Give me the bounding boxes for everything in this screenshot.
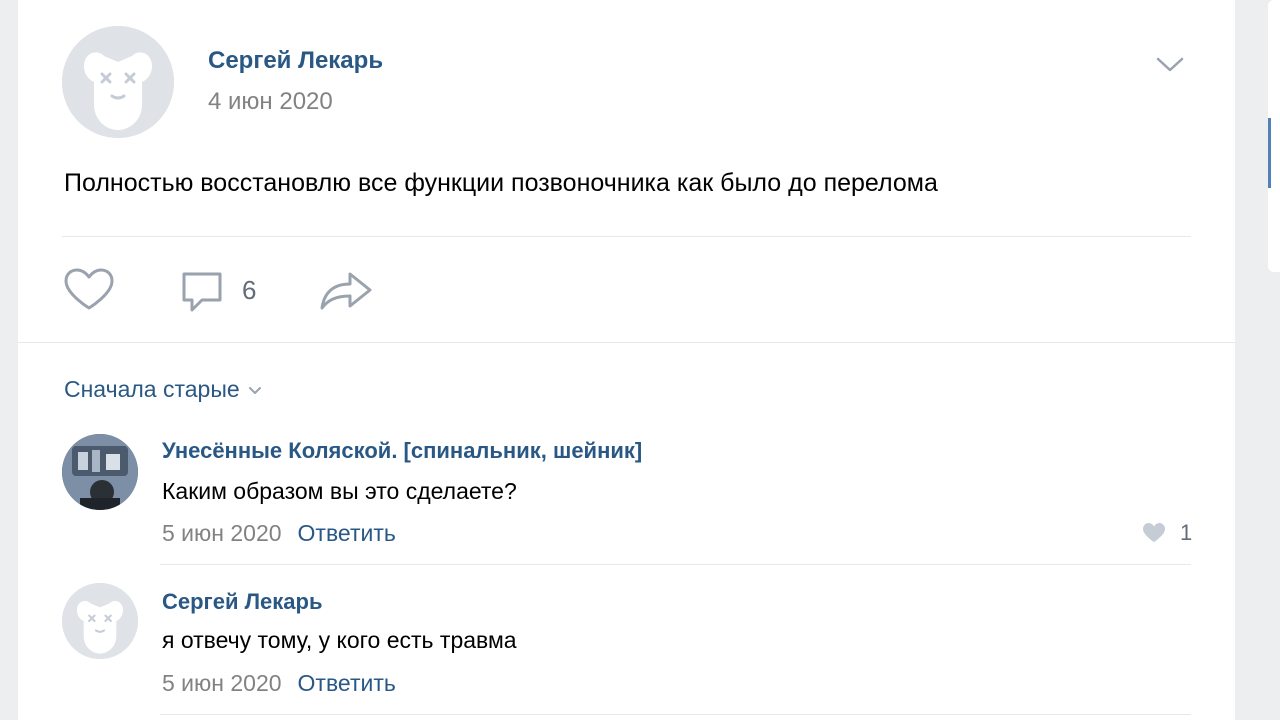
post-divider [62,236,1191,237]
share-icon [320,272,372,310]
like-button[interactable] [62,266,116,314]
comment-button[interactable]: 6 [178,266,256,314]
post-text: Полностью восстановлю все функции позвон… [64,169,938,197]
heart-icon [1143,523,1165,542]
default-avatar-icon [62,583,138,659]
comment-author-name[interactable]: Унесённые Коляской. [спинальник, шейник] [162,438,642,464]
comment-divider [160,714,1191,715]
reply-button[interactable]: Ответить [298,520,396,546]
post-date[interactable]: 4 июн 2020 [208,88,333,116]
comment-icon [182,272,222,312]
comment-author-avatar[interactable] [62,583,138,659]
comment-date[interactable]: 5 июн 2020 [162,670,282,696]
sort-label: Сначала старые [64,376,240,402]
default-avatar-icon [62,26,174,138]
comment-text: Каким образом вы это сделаете? [162,478,517,504]
comment-date[interactable]: 5 июн 2020 [162,520,282,546]
comment-like-count: 1 [1180,520,1193,545]
comment-meta: 5 июн 2020 Ответить [162,520,396,547]
comment-author-avatar[interactable] [62,434,138,510]
comment-count: 6 [242,274,257,305]
section-divider [18,342,1235,343]
chevron-down-icon [248,386,261,394]
reply-button[interactable]: Ответить [298,670,396,696]
user-photo-avatar [62,434,138,510]
comment-author-name[interactable]: Сергей Лекарь [162,589,322,615]
post-author-avatar[interactable] [62,26,174,138]
comment-meta: 5 июн 2020 Ответить [162,670,396,697]
comments-sort-dropdown[interactable]: Сначала старые [64,376,262,403]
comment-like-button[interactable]: 1 [1142,520,1192,546]
post-author-name[interactable]: Сергей Лекарь [208,47,383,75]
comment-text: я отвечу тому, у кого есть травма [162,627,517,653]
share-button[interactable] [318,266,374,314]
chevron-down-icon[interactable] [1155,52,1185,76]
comment-divider [160,564,1191,565]
right-panel-active-marker [1268,118,1271,188]
heart-icon [64,268,114,310]
